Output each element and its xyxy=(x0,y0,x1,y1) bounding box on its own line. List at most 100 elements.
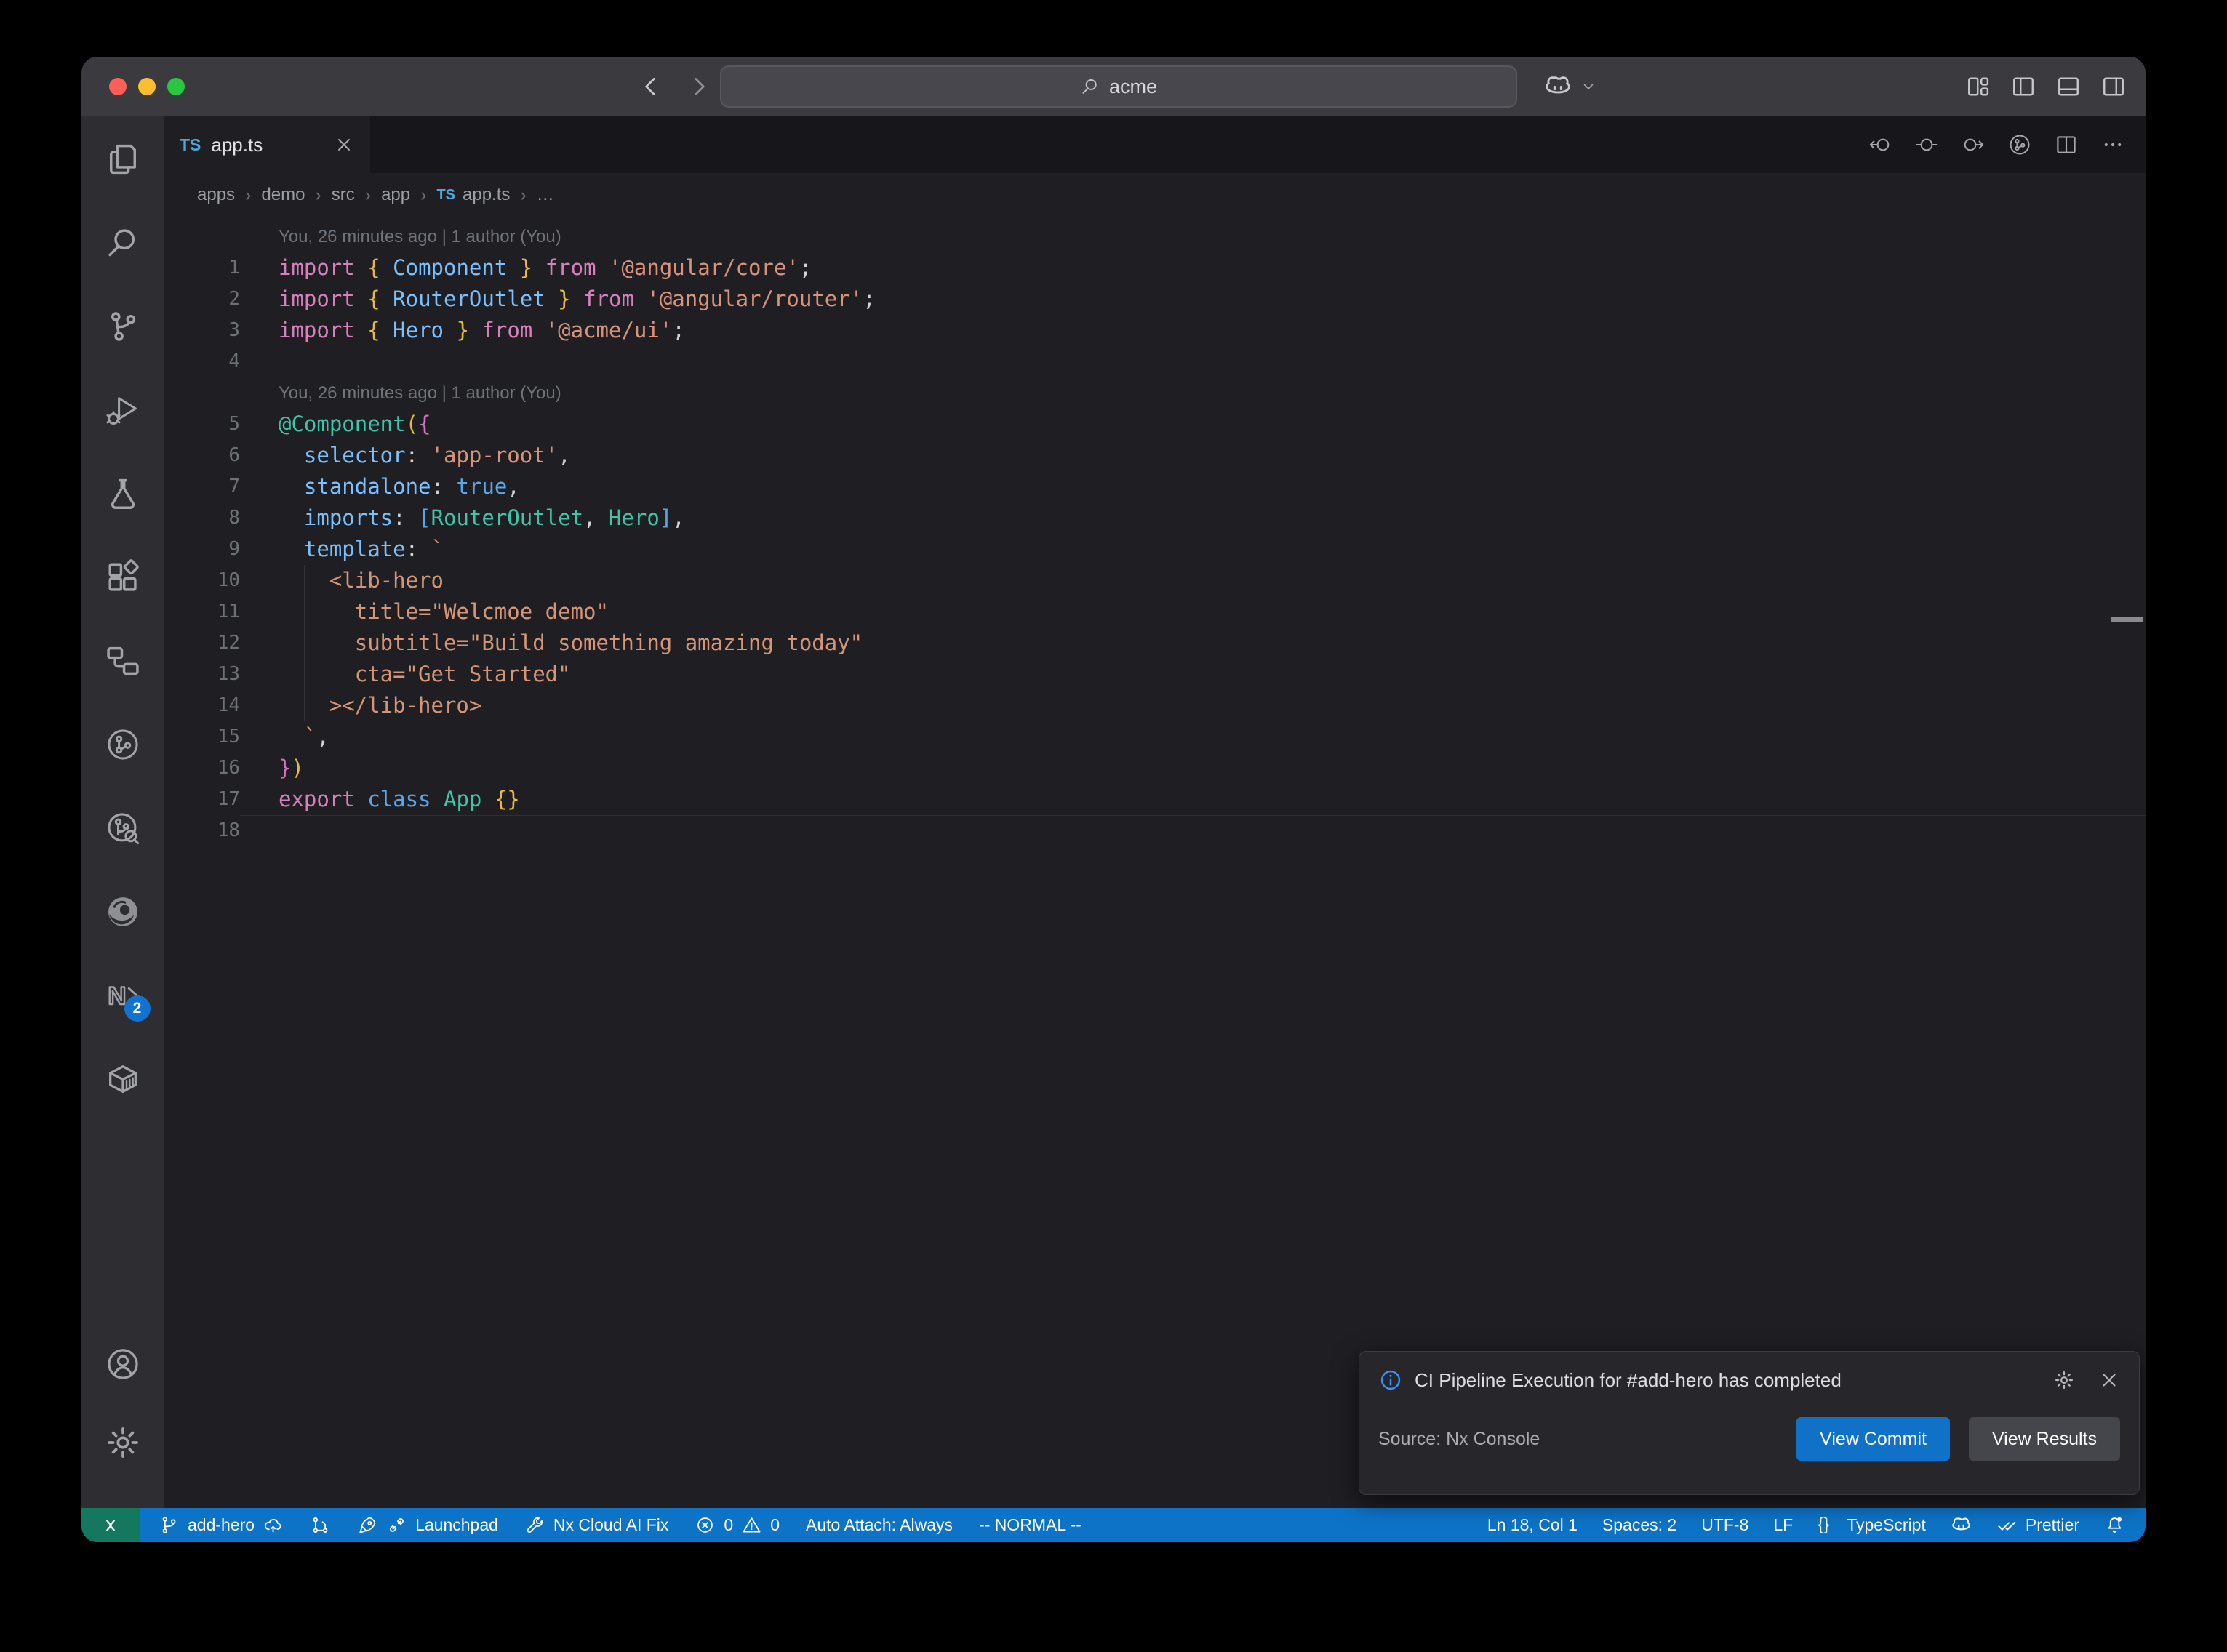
code-editor[interactable]: You, 26 minutes ago | 1 author (You) 1imp… xyxy=(164,217,2146,1508)
activity-item-testing[interactable] xyxy=(104,475,142,513)
toggle-panel-bottom-icon[interactable] xyxy=(2055,73,2082,100)
line-number[interactable]: 18 xyxy=(164,815,240,846)
customize-layout-icon[interactable] xyxy=(1965,73,1991,100)
line-number[interactable]: 3 xyxy=(164,315,240,346)
commit-graph-icon[interactable] xyxy=(2007,132,2032,157)
activity-item-project-flow[interactable] xyxy=(104,642,142,680)
blame-annotation: You, 26 minutes ago | 1 author (You) xyxy=(240,377,561,409)
nav-current-icon[interactable] xyxy=(1914,132,1939,157)
activity-item-source-control[interactable] xyxy=(104,308,142,345)
breadcrumb-item[interactable]: src xyxy=(332,185,355,205)
line-number[interactable]: 15 xyxy=(164,721,240,753)
code-line: 16}) xyxy=(164,753,2146,784)
history-nav xyxy=(639,57,711,116)
statusbar-label: Prettier xyxy=(2026,1515,2079,1535)
statusbar-notifications-bell[interactable] xyxy=(2104,1515,2125,1536)
statusbar-language-mode[interactable]: {}TypeScript xyxy=(1818,1515,1926,1536)
breadcrumb-item[interactable]: demo xyxy=(261,185,305,205)
notification-settings-icon[interactable] xyxy=(2053,1369,2075,1391)
breadcrumb-item[interactable]: TSapp.ts xyxy=(436,185,510,205)
window-controls xyxy=(109,57,185,116)
line-number[interactable]: 17 xyxy=(164,784,240,815)
copilot-menu[interactable] xyxy=(1543,57,1597,116)
line-number[interactable]: 13 xyxy=(164,659,240,690)
minimize-window-button[interactable] xyxy=(138,78,156,95)
line-number[interactable]: 2 xyxy=(164,284,240,315)
statusbar-problems[interactable]: 00 xyxy=(695,1515,780,1536)
split-editor-icon[interactable] xyxy=(2054,132,2079,157)
statusbar-label: TypeScript xyxy=(1847,1515,1926,1535)
statusbar-nx-cloud-ai-fix[interactable]: Nx Cloud AI Fix xyxy=(524,1515,669,1536)
activity-item-accounts[interactable] xyxy=(104,1345,142,1383)
activity-badge: 2 xyxy=(124,995,151,1022)
activity-item-extensions[interactable] xyxy=(104,558,142,596)
command-center-search[interactable]: acme xyxy=(720,65,1517,108)
statusbar-branch-add-hero[interactable]: add-hero xyxy=(159,1515,284,1536)
activity-item-commit-search[interactable] xyxy=(104,809,142,847)
breadcrumb-item[interactable]: app xyxy=(381,185,410,205)
info-icon xyxy=(1378,1368,1403,1392)
vscode-window: acme N2 TS app.ts apps›demo›src›app›TSap… xyxy=(81,57,2146,1542)
line-number[interactable]: 4 xyxy=(164,346,240,377)
line-number[interactable]: 7 xyxy=(164,471,240,502)
remote-indicator[interactable] xyxy=(81,1508,140,1542)
code-text: import { RouterOutlet } from '@angular/r… xyxy=(240,284,2146,315)
line-number[interactable]: 6 xyxy=(164,440,240,471)
close-tab-icon[interactable] xyxy=(334,135,354,155)
history-back-icon[interactable] xyxy=(639,74,663,99)
line-number[interactable]: 16 xyxy=(164,753,240,784)
breadcrumb-label: app xyxy=(381,185,410,205)
statusbar-vim-mode[interactable]: -- NORMAL -- xyxy=(979,1515,1081,1535)
notification-close-icon[interactable] xyxy=(2098,1369,2120,1391)
breadcrumb-item[interactable]: … xyxy=(537,185,554,205)
code-line: 4 xyxy=(164,346,2146,377)
nav-forward-icon[interactable] xyxy=(1961,132,1986,157)
code-text: }) xyxy=(240,753,2146,784)
more-actions-icon[interactable] xyxy=(2100,132,2125,157)
line-number[interactable]: 5 xyxy=(164,409,240,440)
activity-item-explorer[interactable] xyxy=(104,140,142,178)
line-number[interactable]: 14 xyxy=(164,690,240,721)
view-commit-button[interactable]: View Commit xyxy=(1796,1417,1950,1461)
nav-back-icon[interactable] xyxy=(1868,132,1892,157)
tab-app-ts[interactable]: TS app.ts xyxy=(164,116,370,173)
toggle-panel-right-icon[interactable] xyxy=(2100,73,2127,100)
line-number[interactable] xyxy=(164,377,240,409)
toggle-panel-left-icon[interactable] xyxy=(2010,73,2036,100)
history-forward-icon[interactable] xyxy=(687,74,711,99)
layout-controls xyxy=(1965,57,2127,116)
activity-item-commit-graph[interactable] xyxy=(104,726,142,763)
statusbar-git-graph[interactable] xyxy=(310,1515,331,1536)
code-line: 1import { Component } from '@angular/cor… xyxy=(164,252,2146,284)
line-number[interactable] xyxy=(164,221,240,252)
zoom-window-button[interactable] xyxy=(167,78,185,95)
accounts-icon xyxy=(104,1345,142,1383)
activity-item-nx-console[interactable]: N2 xyxy=(104,977,142,1014)
statusbar-launchpad[interactable]: Launchpad xyxy=(357,1515,498,1536)
statusbar-cursor-position[interactable]: Ln 18, Col 1 xyxy=(1487,1515,1578,1535)
statusbar-label: Launchpad xyxy=(415,1515,498,1535)
line-number[interactable]: 8 xyxy=(164,502,240,534)
line-number[interactable]: 11 xyxy=(164,596,240,627)
activity-item-settings[interactable] xyxy=(104,1424,142,1461)
activity-item-edge-browser[interactable] xyxy=(104,893,142,931)
line-number[interactable]: 9 xyxy=(164,534,240,565)
close-window-button[interactable] xyxy=(109,78,127,95)
activity-item-containers[interactable] xyxy=(104,1060,142,1098)
edge-browser-icon xyxy=(104,893,142,931)
view-results-button[interactable]: View Results xyxy=(1969,1417,2120,1461)
line-number[interactable]: 10 xyxy=(164,565,240,596)
activity-item-run-debug[interactable] xyxy=(104,391,142,429)
breadcrumb-item[interactable]: apps xyxy=(197,185,235,205)
statusbar-encoding[interactable]: UTF-8 xyxy=(1701,1515,1748,1535)
statusbar-copilot-status[interactable] xyxy=(1951,1515,1972,1536)
statusbar-prettier[interactable]: Prettier xyxy=(1996,1515,2079,1536)
line-number[interactable]: 1 xyxy=(164,252,240,284)
activity-item-search[interactable] xyxy=(104,224,142,262)
line-number[interactable]: 12 xyxy=(164,627,240,659)
run-debug-icon xyxy=(104,391,142,429)
statusbar-eol[interactable]: LF xyxy=(1773,1515,1793,1535)
statusbar-indentation[interactable]: Spaces: 2 xyxy=(1602,1515,1676,1535)
copilot-icon xyxy=(1951,1515,1972,1536)
statusbar-auto-attach[interactable]: Auto Attach: Always xyxy=(806,1515,953,1535)
